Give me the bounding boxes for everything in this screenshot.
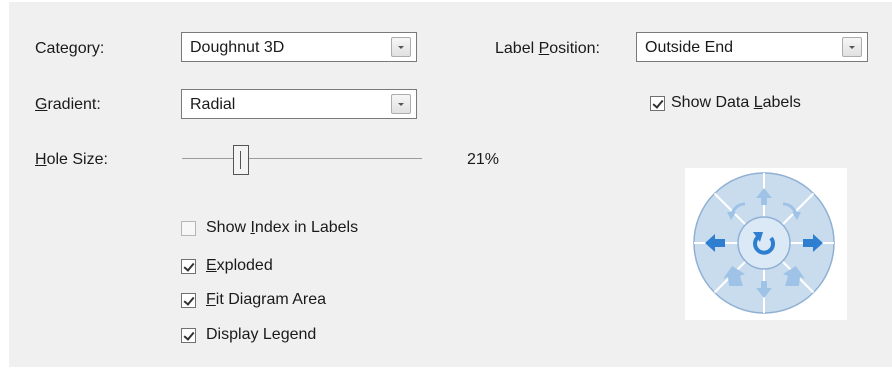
dropdown-arrow-icon[interactable]: [842, 37, 862, 57]
category-combobox[interactable]: Doughnut 3D: [181, 32, 417, 62]
show-index-in-labels-label[interactable]: Show Index in Labels: [206, 218, 358, 238]
show-data-labels-checkbox[interactable]: [650, 96, 665, 111]
fit-diagram-area-checkbox[interactable]: [181, 293, 196, 308]
dropdown-arrow-icon[interactable]: [391, 37, 411, 57]
category-value: Doughnut 3D: [190, 39, 285, 56]
rotation-control: [685, 168, 847, 320]
hole-size-slider-thumb[interactable]: [233, 145, 249, 175]
gradient-label: Gradient:: [35, 96, 101, 113]
hole-size-label: Hole Size:: [35, 151, 108, 168]
fit-diagram-area-label[interactable]: Fit Diagram Area: [206, 290, 326, 310]
rotation-dial: [693, 172, 835, 314]
category-label: Category:: [35, 40, 105, 57]
label-position-value: Outside End: [645, 39, 734, 56]
gradient-combobox[interactable]: Radial: [181, 89, 417, 119]
display-legend-checkbox[interactable]: [181, 328, 196, 343]
hole-size-value: 21%: [467, 151, 500, 168]
exploded-checkbox[interactable]: [181, 259, 196, 274]
gradient-value: Radial: [190, 96, 236, 113]
hole-size-slider-track[interactable]: [182, 158, 422, 159]
display-legend-label[interactable]: Display Legend: [206, 325, 316, 345]
label-position-combobox[interactable]: Outside End: [636, 32, 868, 62]
exploded-label[interactable]: Exploded: [206, 256, 273, 276]
label-position-label: Label Position:: [495, 40, 600, 57]
show-data-labels-label[interactable]: Show Data Labels: [671, 93, 801, 113]
dropdown-arrow-icon[interactable]: [391, 94, 411, 114]
show-index-in-labels-checkbox[interactable]: [181, 221, 196, 236]
